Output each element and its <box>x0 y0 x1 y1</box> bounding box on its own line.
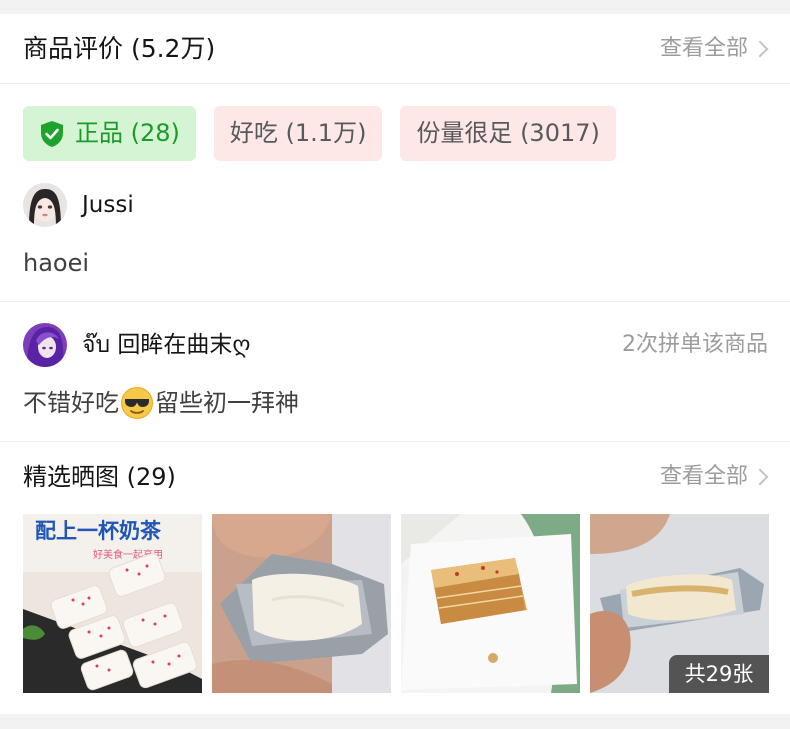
avatar[interactable] <box>23 323 67 367</box>
view-all-reviews-link[interactable]: 查看全部 <box>660 34 770 64</box>
review-photo[interactable] <box>212 514 391 693</box>
photo-strip: 配上一杯奶茶 好美食一起享用 共29张 <box>23 514 779 693</box>
review-header: 商品评价 (5.2万) 查看全部 <box>0 14 790 84</box>
review-text: haoei <box>23 249 90 277</box>
reviewer-name: จ๊บ 回眸在曲末ღ <box>82 332 251 358</box>
tag-generous-portion[interactable]: 份量很足 (3017) <box>400 106 616 161</box>
tag-authentic[interactable]: 正品 (28) <box>23 106 196 161</box>
review-item: จ๊บ 回眸在曲末ღ 2次拼单该商品 不错好吃 留些初一拜神 <box>23 323 768 433</box>
photo-count-badge: 共29张 <box>669 655 769 693</box>
review-photo[interactable]: 共29张 <box>590 514 769 693</box>
tag-label: 正品 (28) <box>75 119 180 147</box>
review-tags: 正品 (28) 好吃 (1.1万) 份量很足 (3017) <box>23 106 634 161</box>
review-item: Jussi haoei <box>23 183 768 293</box>
review-photo[interactable] <box>401 514 580 693</box>
view-all-photos-link[interactable]: 查看全部 <box>660 462 770 492</box>
divider <box>0 83 790 84</box>
tag-label: 好吃 (1.1万) <box>229 119 367 147</box>
chevron-right-icon <box>751 40 769 58</box>
divider <box>0 301 790 302</box>
reviewer-name: Jussi <box>82 192 134 218</box>
chevron-right-icon <box>751 468 769 486</box>
review-photo[interactable]: 配上一杯奶茶 好美食一起享用 <box>23 514 202 693</box>
divider <box>0 441 790 442</box>
poster-headline: 配上一杯奶茶 <box>35 519 162 543</box>
sunglasses-face-icon <box>121 387 153 419</box>
view-all-label: 查看全部 <box>659 36 748 61</box>
review-section-title: 商品评价 (5.2万) <box>23 34 216 63</box>
review-text-part: 不错好吃 <box>23 389 119 417</box>
review-text-part: 留些初一拜神 <box>155 389 299 417</box>
tag-label: 份量很足 (3017) <box>416 119 600 147</box>
review-card: 商品评价 (5.2万) 查看全部 正品 (28) 好吃 (1.1万) 份量很足 … <box>0 14 790 714</box>
repeat-purchase-note: 2次拼单该商品 <box>622 332 768 357</box>
shield-check-icon <box>41 120 63 147</box>
view-all-label: 查看全部 <box>659 464 748 489</box>
avatar[interactable] <box>23 183 67 227</box>
review-text: 不错好吃 留些初一拜神 <box>23 386 299 420</box>
photos-section-title: 精选晒图 (29) <box>23 463 176 491</box>
tag-tasty[interactable]: 好吃 (1.1万) <box>213 106 383 161</box>
